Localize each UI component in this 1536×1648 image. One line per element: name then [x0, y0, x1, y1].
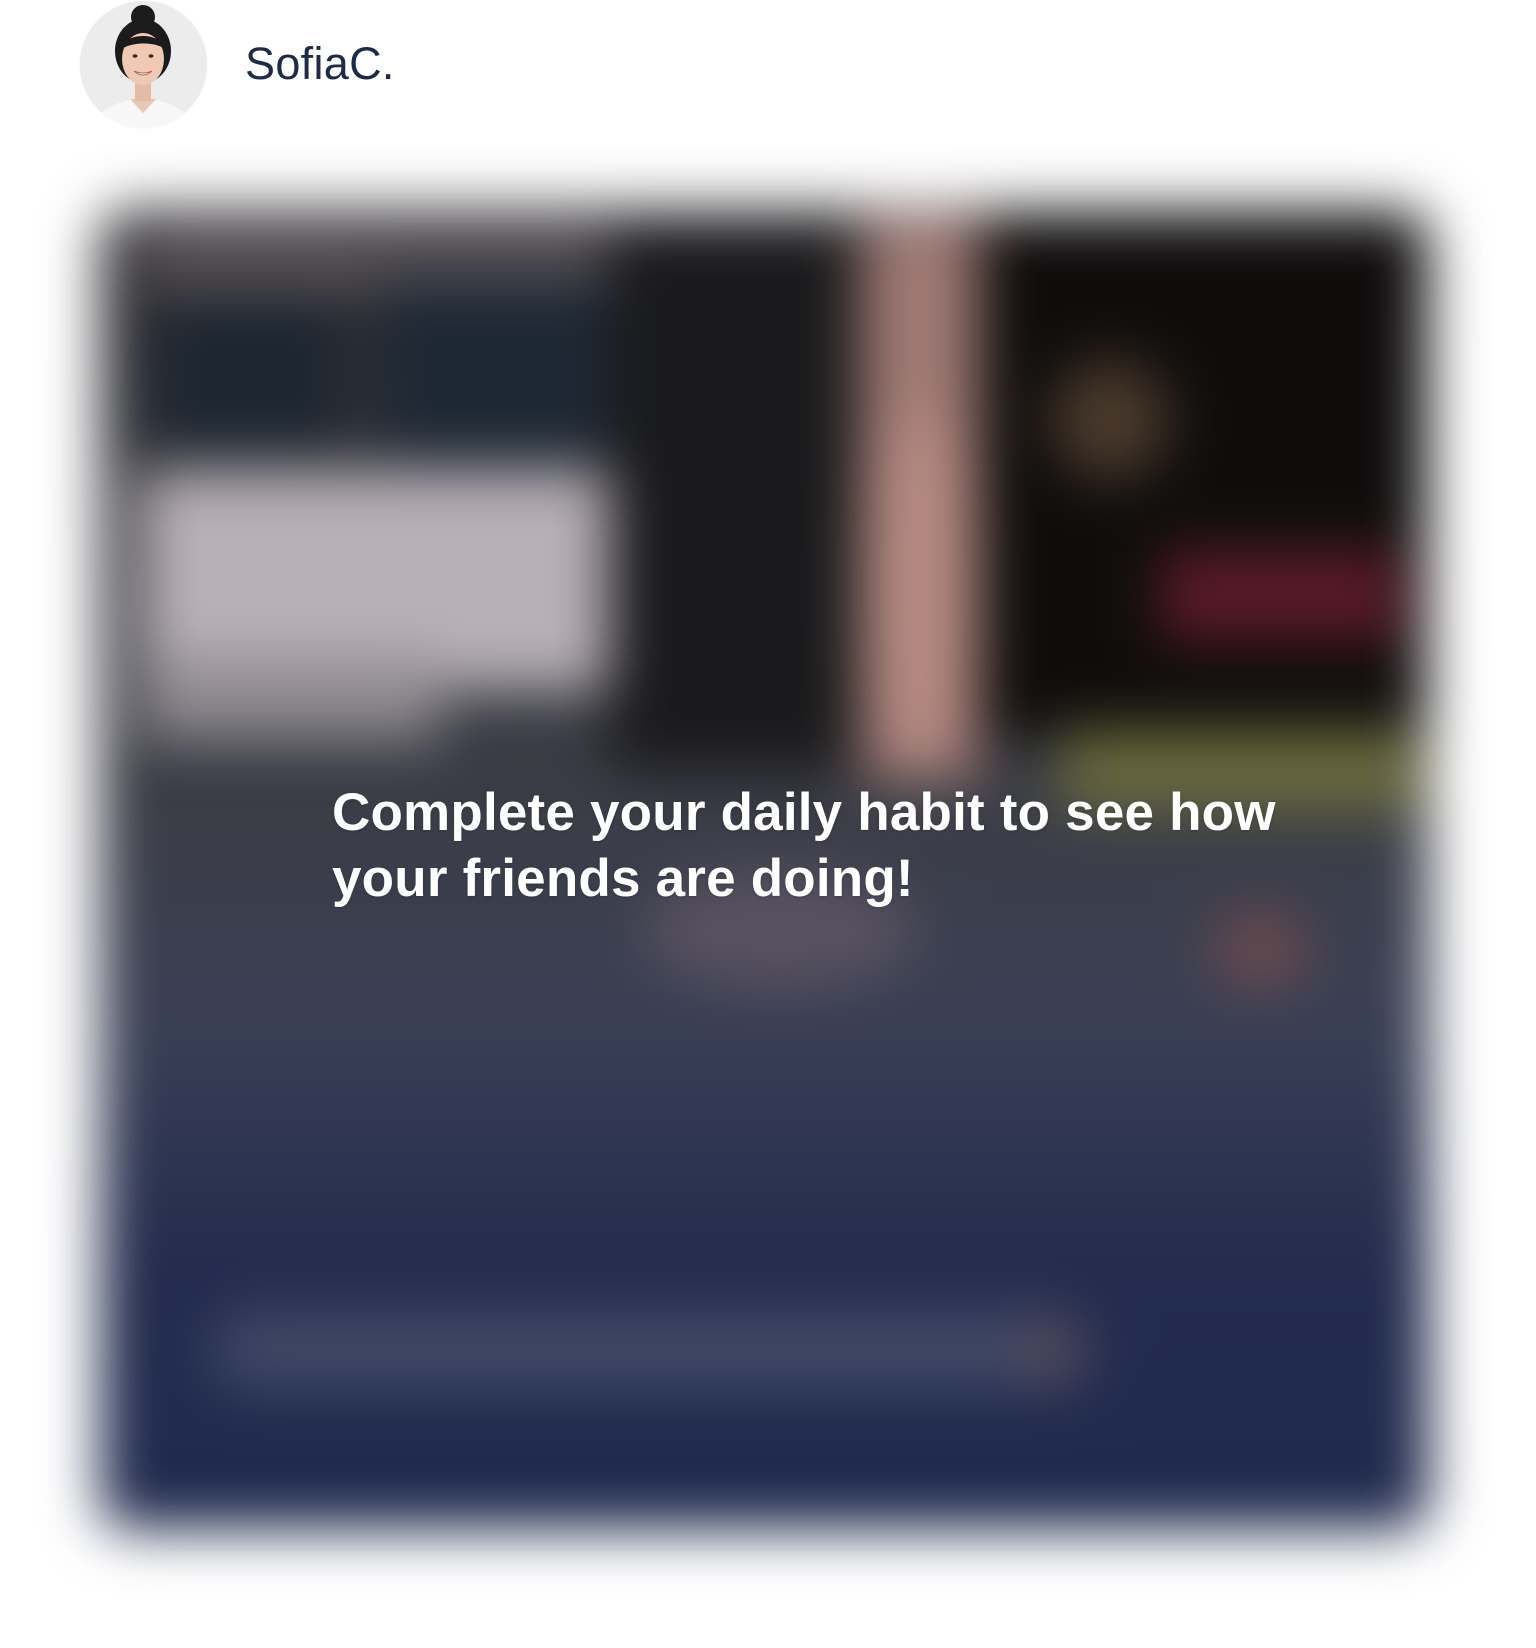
- blurred-post-media[interactable]: Complete your daily habit to see how you…: [80, 190, 1450, 1550]
- avatar-photo-icon: [80, 0, 207, 128]
- post-header: SofiaC.: [80, 0, 395, 128]
- author-name[interactable]: SofiaC.: [245, 38, 395, 90]
- author-avatar[interactable]: [80, 0, 207, 128]
- locked-content-message: Complete your daily habit to see how you…: [332, 783, 1276, 908]
- friend-post: SofiaC. Complete your daily habit to see…: [0, 0, 1536, 1648]
